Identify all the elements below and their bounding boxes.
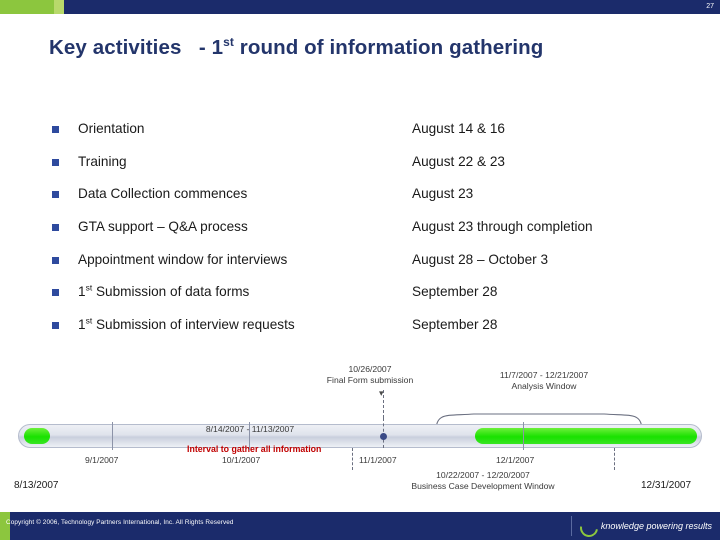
activity-date: September 28	[412, 317, 498, 333]
timeline-tick	[386, 422, 387, 450]
footer-bar: Copyright © 2006, Technology Partners In…	[0, 512, 720, 540]
interval-band-label: Interval to gather all information	[187, 444, 322, 454]
activity-label: Data Collection commences	[78, 186, 248, 202]
list-item: GTA support – Q&A process August 23 thro…	[52, 219, 692, 252]
callout-business-case-window: 10/22/2007 - 12/20/2007 Business Case De…	[352, 470, 614, 492]
company-logo: knowledge powering results	[580, 517, 712, 534]
activity-label: GTA support – Q&A process	[78, 219, 248, 235]
activity-label: 1st Submission of interview requests	[78, 316, 295, 333]
callout-label: Final Form submission	[326, 375, 414, 385]
bullet-square-icon	[52, 322, 59, 330]
page-title-rest-pre: - 1	[198, 36, 224, 59]
top-bar-accent-lightgreen	[54, 0, 64, 14]
page-title-rest: - 1st round of information gathering	[181, 36, 543, 59]
callout-final-form-submission: 10/26/2007 Final Form submission	[300, 364, 440, 386]
list-item: Appointment window for interviews August…	[52, 252, 692, 285]
activity-date: August 22 & 23	[412, 153, 505, 169]
footer-divider	[571, 516, 572, 536]
activity-date: September 28	[412, 284, 498, 300]
list-item: Data Collection commences August 23	[52, 186, 692, 219]
activities-list: Orientation August 14 & 16 Training Augu…	[52, 121, 692, 350]
bullet-square-icon	[52, 158, 59, 166]
callout-date: 11/7/2007 - 12/21/2007	[499, 370, 589, 380]
callout-label: Business Case Development Window	[411, 481, 555, 491]
timeline-end-date: 12/31/2007	[641, 480, 692, 491]
page-title-main: Key activities	[49, 36, 182, 59]
activity-label-pre: 1	[78, 317, 86, 333]
activity-date: August 28 – October 3	[412, 251, 549, 267]
timeline-tick	[112, 422, 113, 450]
interval-band-date: 8/14/2007 - 11/13/2007	[205, 424, 295, 434]
page-title-rest-sup: st	[223, 35, 234, 50]
bullet-square-icon	[52, 289, 59, 297]
list-item: Orientation August 14 & 16	[52, 121, 692, 154]
bullet-square-icon	[52, 191, 59, 199]
business-case-start-line	[352, 448, 353, 470]
bullet-square-icon	[52, 256, 59, 264]
activity-label: Orientation	[78, 121, 145, 136]
activity-date: August 23	[412, 186, 474, 202]
top-bar-accent-green	[0, 0, 54, 14]
callout-date: 10/22/2007 - 12/20/2007	[436, 470, 530, 480]
logo-tagline: knowledge powering results	[600, 520, 712, 531]
timeline-progress-right	[475, 428, 697, 444]
activity-label: 1st Submission of data forms	[78, 284, 250, 300]
timeline-graphic: 10/26/2007 Final Form submission ▾ 11/7/…	[0, 352, 720, 512]
list-item: Training August 22 & 23	[52, 154, 692, 187]
callout-label: Analysis Window	[511, 381, 577, 391]
footer-accent-green	[0, 512, 10, 540]
timeline-start-date: 8/13/2007	[14, 480, 59, 491]
activity-label-post: Submission of data forms	[92, 284, 250, 300]
swoosh-icon	[580, 517, 597, 534]
timeline-tick	[523, 422, 524, 450]
slide: 27 Key activities - 1st round of informa…	[0, 0, 720, 540]
business-case-end-line	[614, 448, 615, 470]
timeline-tick-label: 9/1/2007	[85, 455, 119, 465]
bullet-square-icon	[52, 224, 59, 232]
callout-date: 10/26/2007	[348, 364, 392, 374]
bullet-square-icon	[52, 126, 59, 133]
page-number: 27	[706, 3, 714, 10]
top-bar: 27	[0, 0, 720, 14]
activity-label-post: Submission of interview requests	[92, 317, 295, 333]
footer-copyright: Copyright © 2006, Technology Partners In…	[6, 519, 234, 526]
page-title: Key activities - 1st round of informatio…	[49, 36, 543, 60]
list-item: 1st Submission of interview requests Sep…	[52, 316, 692, 350]
callout-arrow-icon: ▾	[379, 388, 384, 398]
timeline-tick	[249, 422, 250, 450]
activity-date: August 14 & 16	[412, 121, 505, 136]
timeline-tick-label: 10/1/2007	[222, 455, 261, 465]
timeline-tick-label: 12/1/2007	[496, 455, 535, 465]
callout-analysis-window: 11/7/2007 - 12/21/2007 Analysis Window	[474, 370, 614, 392]
page-title-rest-post: round of information gathering	[233, 36, 544, 59]
activity-label: Appointment window for interviews	[78, 251, 288, 267]
timeline-tick-label: 11/1/2007	[359, 455, 397, 465]
activity-label-pre: 1	[78, 284, 86, 300]
timeline-progress-left	[24, 428, 50, 444]
list-item: 1st Submission of data forms September 2…	[52, 284, 692, 317]
activity-date: August 23 through completion	[412, 219, 593, 235]
activity-label: Training	[78, 153, 127, 169]
